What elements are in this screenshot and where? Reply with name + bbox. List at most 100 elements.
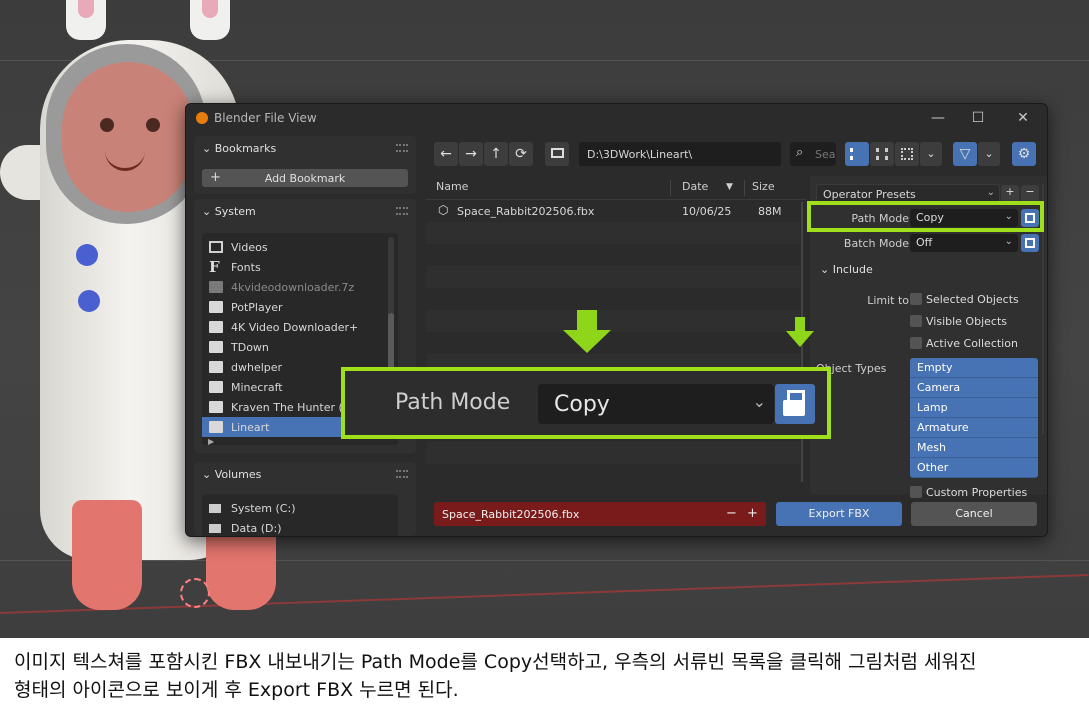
column-date[interactable]: Date — [682, 180, 708, 193]
type-mesh[interactable]: Mesh — [910, 438, 1038, 458]
suit-button — [76, 244, 98, 266]
chevron-down-icon: ⌄ — [1004, 236, 1013, 247]
batch-mode-dropdown[interactable]: Off ⌄ — [910, 234, 1018, 252]
system-item-potplayer[interactable]: PotPlayer — [202, 297, 398, 317]
increment-filename-button[interactable]: + — [747, 506, 758, 521]
grip-icon[interactable] — [396, 470, 408, 478]
rabbit-eye — [100, 118, 114, 132]
type-camera[interactable]: Camera — [910, 378, 1038, 398]
type-empty[interactable]: Empty — [910, 358, 1038, 378]
system-item-4k-video-downloader[interactable]: 4K Video Downloader+ — [202, 317, 398, 337]
export-fbx-button[interactable]: Export FBX — [776, 502, 902, 526]
column-separator — [670, 180, 671, 196]
folder-icon — [209, 401, 223, 413]
type-lamp[interactable]: Lamp — [910, 398, 1038, 418]
refresh-button[interactable]: ⟳ — [509, 142, 533, 166]
filter-dropdown[interactable]: ⌄ — [978, 142, 1000, 166]
grip-icon[interactable] — [396, 144, 408, 152]
column-size[interactable]: Size — [752, 180, 775, 193]
suit-button — [78, 290, 100, 312]
column-name[interactable]: Name — [436, 180, 468, 193]
title-bar: Blender File View — ☐ ✕ — [186, 104, 1047, 132]
empty-row — [426, 310, 800, 332]
rabbit-boot — [72, 500, 142, 610]
custom-properties-checkbox[interactable] — [910, 486, 922, 498]
system-header[interactable]: ⌄ System — [202, 205, 256, 218]
folder-plus-icon — [1025, 238, 1035, 248]
zoom-path-mode-label: Path Mode — [395, 390, 511, 415]
gear-icon: ⚙ — [1017, 146, 1031, 162]
display-list-vertical-button[interactable] — [845, 142, 869, 166]
display-settings-dropdown[interactable]: ⌄ — [920, 142, 942, 166]
folder-icon — [209, 341, 223, 353]
font-icon: F — [209, 258, 220, 276]
system-item-videos[interactable]: Videos — [202, 237, 398, 257]
blender-logo-icon — [196, 112, 208, 124]
drive-icon — [209, 504, 221, 513]
bookmarks-header[interactable]: ⌄ Bookmarks — [202, 142, 276, 155]
type-armature[interactable]: Armature — [910, 418, 1038, 438]
add-bookmark-button[interactable]: + Add Bookmark — [202, 169, 408, 187]
window-title: Blender File View — [214, 111, 317, 125]
close-button[interactable]: ✕ — [1008, 108, 1038, 128]
grip-icon[interactable] — [396, 207, 408, 215]
volumes-list: System (C:) Data (D:) — [202, 494, 398, 536]
maximize-button[interactable]: ☐ — [963, 108, 993, 128]
display-thumbnails-button[interactable] — [895, 142, 919, 166]
down-arrow-icon — [786, 317, 814, 347]
system-item-4kvideodownloader[interactable]: 4kvideodownloader.7z — [202, 277, 398, 297]
folder-icon — [209, 361, 223, 373]
system-item-fonts[interactable]: F Fonts — [202, 257, 398, 277]
column-separator — [744, 180, 745, 196]
volume-item-c[interactable]: System (C:) — [202, 498, 398, 518]
filename-input[interactable]: Space_Rabbit202506.fbx − + — [434, 502, 766, 526]
empty-row — [426, 266, 800, 288]
forward-button[interactable]: → — [459, 142, 483, 166]
folder-icon — [209, 321, 223, 333]
directory-path-input[interactable]: D:\3DWork\Lineart\ — [579, 142, 781, 166]
back-button[interactable]: ← — [434, 142, 458, 166]
chevron-down-icon: ⌄ — [986, 187, 995, 198]
origin-gizmo-icon — [180, 578, 210, 608]
mesh-file-icon: ⬡ — [438, 203, 449, 217]
volume-item-d[interactable]: Data (D:) — [202, 518, 398, 536]
list-vertical-icon — [849, 148, 865, 160]
include-section-header[interactable]: ⌄ Include — [820, 263, 873, 276]
system-item-tdown[interactable]: TDown — [202, 337, 398, 357]
filter-button[interactable]: ▽ — [953, 142, 977, 166]
batch-mode-row: Batch Mode Off ⌄ — [810, 233, 1047, 255]
down-arrow-icon — [563, 310, 611, 353]
folder-icon — [209, 421, 223, 433]
caption-text: 이미지 텍스쳐를 포함시킨 FBX 내보내기는 Path Mode를 Copy선… — [14, 651, 977, 701]
expand-arrow-icon[interactable]: ▶ — [208, 437, 214, 445]
settings-button[interactable]: ⚙ — [1012, 142, 1036, 166]
limit-to-label: Limit to — [867, 294, 909, 307]
decrement-filename-button[interactable]: − — [726, 506, 737, 521]
file-row[interactable]: ⬡ Space_Rabbit202506.fbx 10/06/25 88M — [426, 200, 800, 222]
parent-directory-button[interactable]: ↑ — [484, 142, 508, 166]
folder-icon — [209, 381, 223, 393]
active-collection-checkbox[interactable] — [910, 337, 922, 349]
cancel-button[interactable]: Cancel — [911, 502, 1037, 526]
chevron-down-icon: ⌄ — [752, 392, 766, 411]
display-list-horizontal-button[interactable] — [870, 142, 894, 166]
new-folder-button[interactable] — [545, 142, 569, 166]
rabbit-ear-right — [190, 0, 230, 40]
search-input[interactable]: ⌕ Sea — [790, 142, 836, 166]
zoom-path-mode-dropdown: Copy ⌄ — [538, 384, 774, 424]
rabbit-ear-left — [66, 0, 106, 40]
filter-icon: ▽ — [959, 146, 971, 162]
visible-objects-checkbox[interactable] — [910, 315, 922, 327]
path-mode-zoom-callout: Path Mode Copy ⌄ — [341, 367, 831, 439]
rabbit-face — [62, 62, 194, 212]
batch-mode-label: Batch Mode — [843, 237, 909, 250]
minimize-button[interactable]: — — [923, 108, 953, 128]
type-other[interactable]: Other — [910, 458, 1038, 478]
zoom-file-stack-icon — [775, 384, 815, 424]
grid-line — [0, 560, 1089, 561]
volumes-header[interactable]: ⌄ Volumes — [202, 468, 261, 481]
sort-arrow-icon[interactable]: ▼ — [726, 182, 733, 192]
selected-objects-checkbox[interactable] — [910, 293, 922, 305]
drive-icon — [209, 524, 221, 533]
batch-own-dir-toggle[interactable] — [1021, 234, 1039, 252]
